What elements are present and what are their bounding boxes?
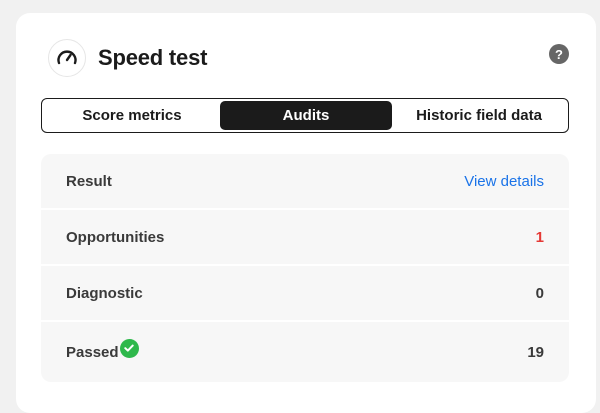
row-label-result: Result	[66, 172, 112, 190]
tab-historic-field-data[interactable]: Historic field data	[392, 101, 566, 130]
help-icon[interactable]: ?	[549, 44, 569, 64]
row-label-diagnostic: Diagnostic	[66, 284, 143, 302]
tab-bar: Score metrics Audits Historic field data	[41, 98, 569, 133]
speedometer-icon	[48, 39, 86, 77]
card-title: Speed test	[98, 45, 208, 70]
card-header: Speed test	[48, 39, 207, 77]
tab-audits[interactable]: Audits	[220, 101, 392, 130]
tab-score-metrics[interactable]: Score metrics	[44, 101, 220, 130]
table-row-opportunities: Opportunities 1	[41, 210, 569, 266]
speed-test-card: Speed test ? Score metrics Audits Histor…	[16, 13, 596, 413]
opportunities-count: 1	[535, 228, 544, 246]
check-circle-icon	[119, 338, 139, 358]
table-row-result: Result View details	[41, 154, 569, 210]
passed-count: 19	[527, 343, 544, 361]
diagnostic-count: 0	[535, 284, 544, 302]
audits-table: Result View details Opportunities 1 Diag…	[41, 154, 569, 382]
row-label-passed-wrap: Passed	[66, 338, 139, 361]
row-label-passed: Passed	[66, 343, 119, 361]
table-row-diagnostic: Diagnostic 0	[41, 266, 569, 322]
view-details-link[interactable]: View details	[464, 173, 544, 190]
table-row-passed: Passed 19	[41, 322, 569, 382]
row-label-opportunities: Opportunities	[66, 228, 165, 246]
